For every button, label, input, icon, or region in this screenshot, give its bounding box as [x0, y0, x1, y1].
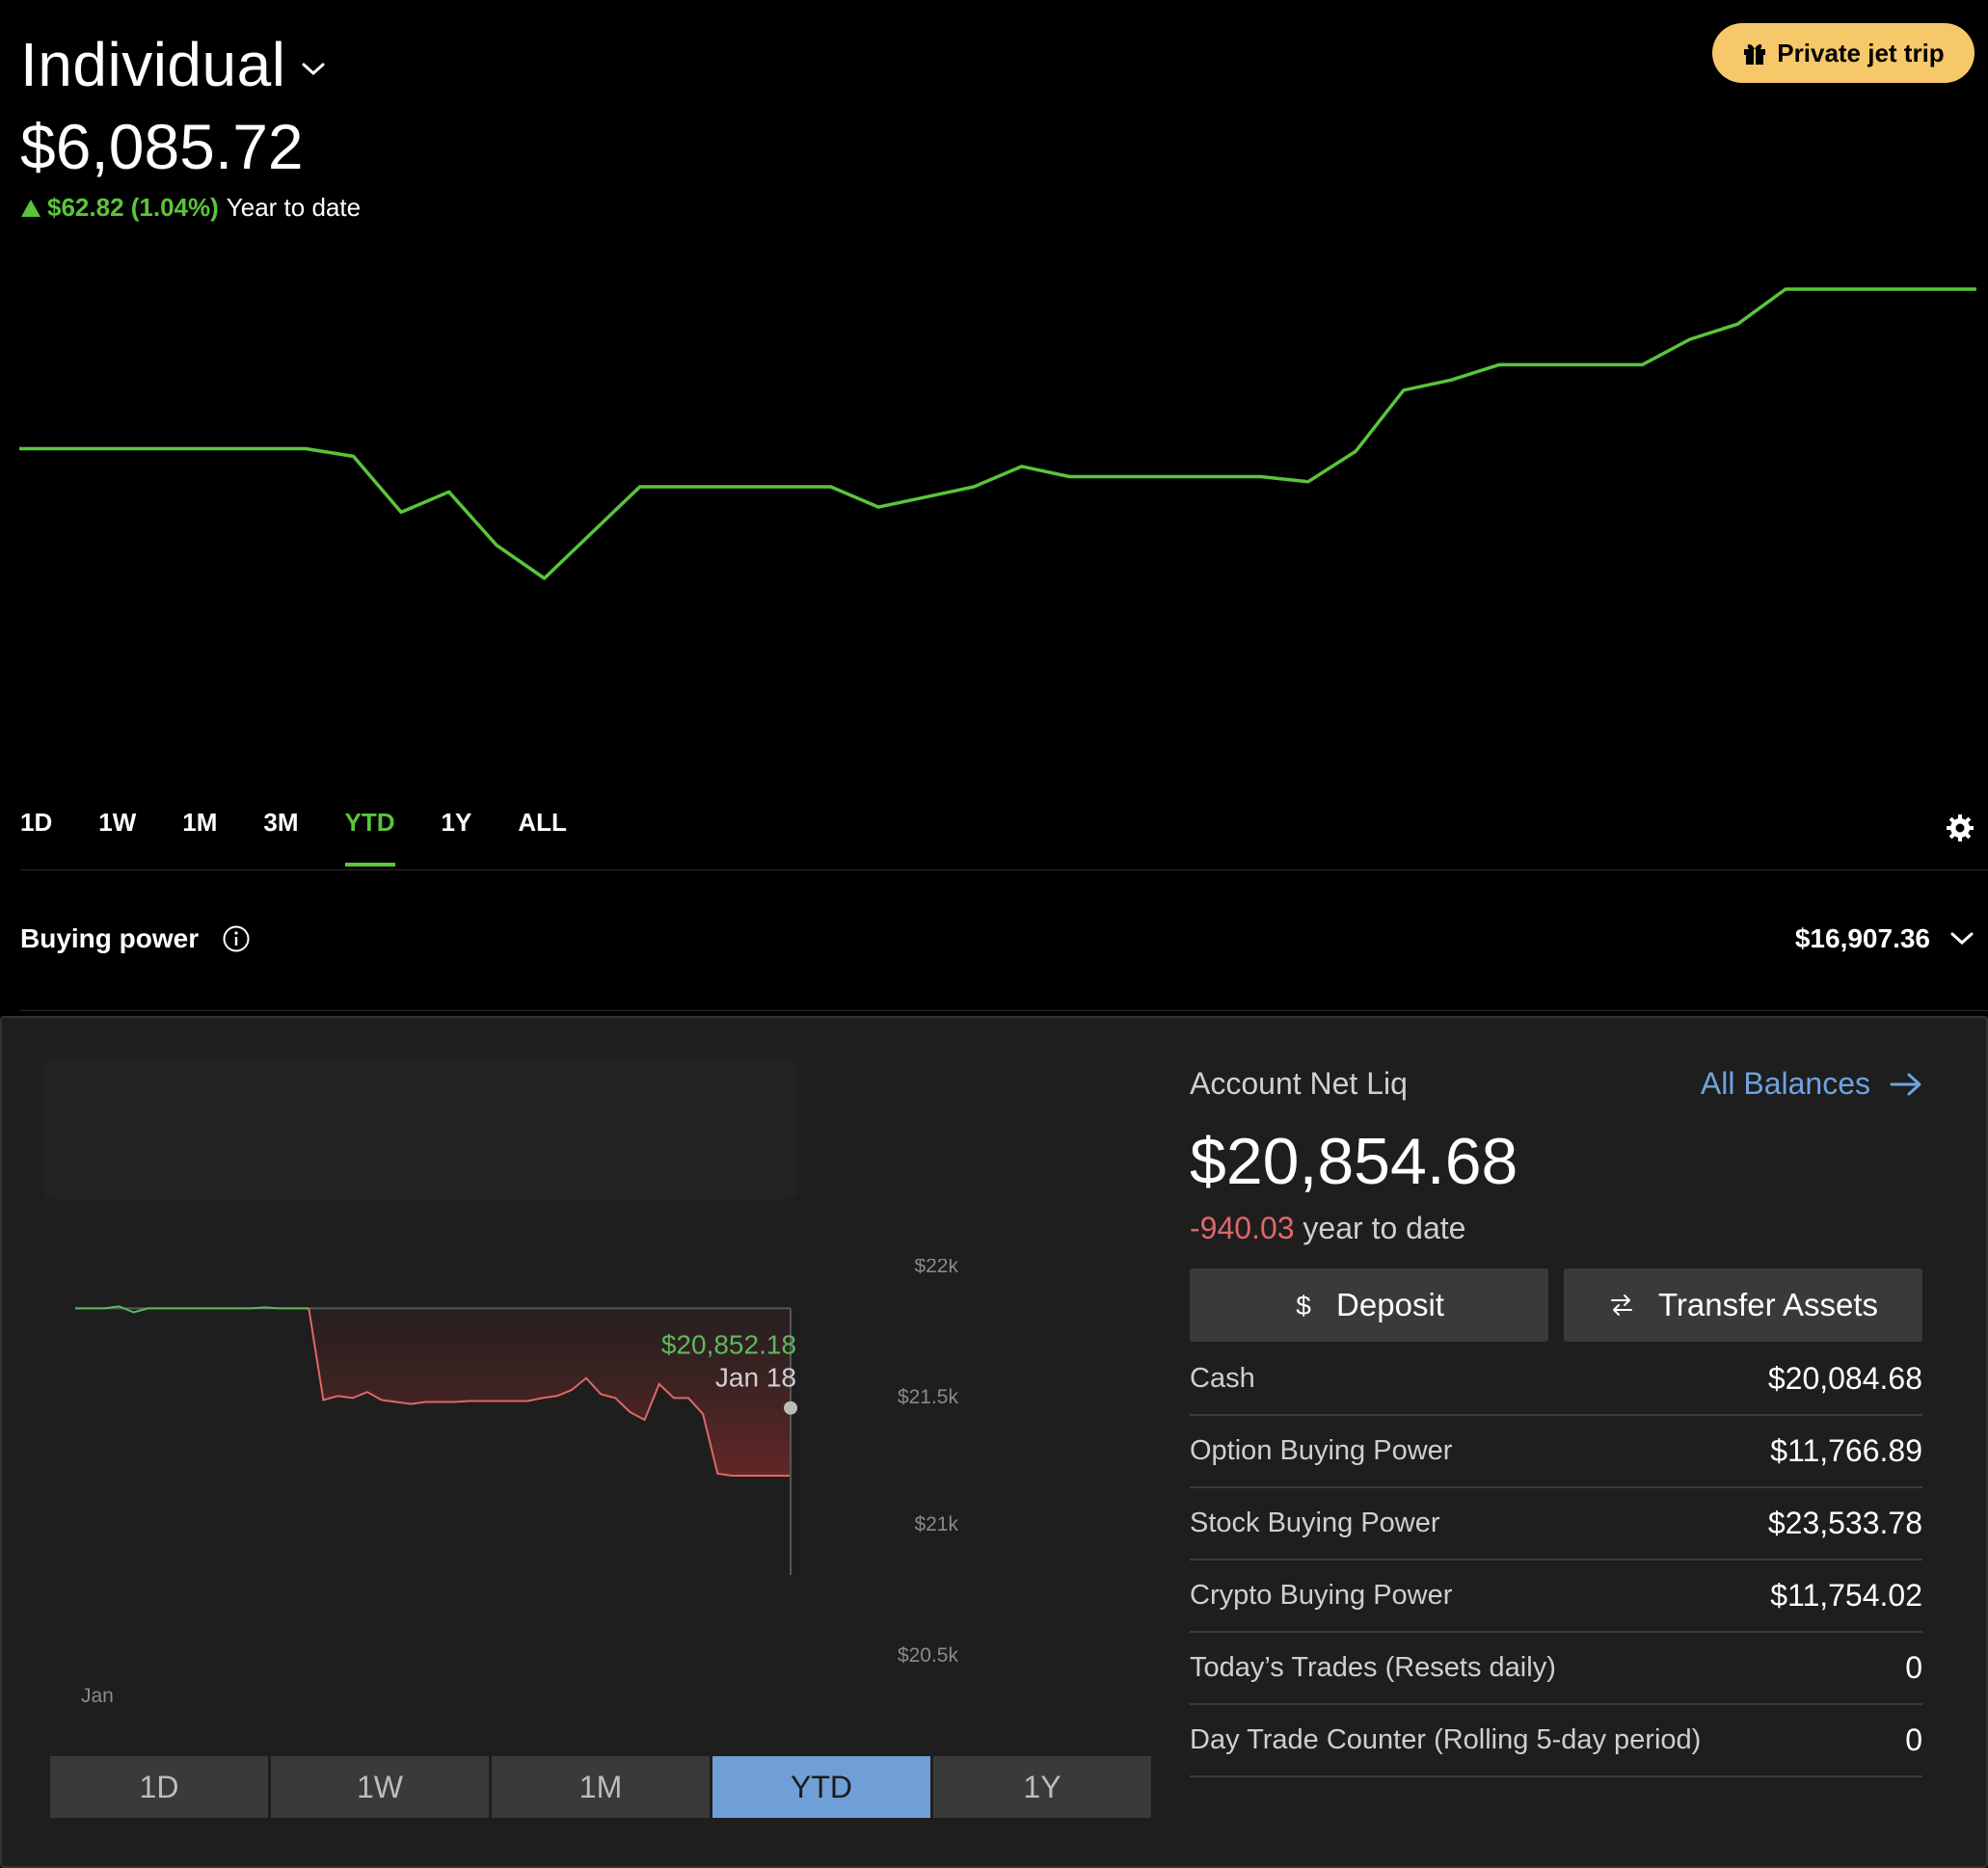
gift-icon	[1744, 44, 1766, 65]
transfer-arrows-icon	[1610, 1294, 1632, 1316]
balance-label: Option Buying Power	[1190, 1435, 1453, 1466]
balance-row-day-trade-counter: Day Trade Counter (Rolling 5-day period)…	[1190, 1705, 1922, 1777]
ytd-change-label: year to date	[1303, 1211, 1466, 1245]
gain-series-line	[75, 1305, 309, 1314]
net-liq-area-chart: $20,852.18 Jan 18 $22k $21.5k $21k $20.5…	[75, 1259, 959, 1707]
transfer-label: Transfer Assets	[1657, 1287, 1879, 1322]
top-panel: Individual $6,085.72 $62.82 (1.04%) Year…	[0, 0, 1988, 1012]
y-tick-label: $22k	[914, 1259, 958, 1277]
range-tab-1m[interactable]: 1M	[182, 808, 217, 867]
balance-value: 0	[1905, 1722, 1922, 1757]
range-tabs: 1D 1W 1M 3M YTD 1Y ALL	[20, 808, 613, 867]
balance-row-cash: Cash $20,084.68	[1190, 1344, 1922, 1416]
portfolio-line-chart	[19, 287, 1976, 580]
balance-value: 0	[1905, 1650, 1922, 1685]
deposit-button[interactable]: $ Deposit	[1190, 1268, 1548, 1342]
transfer-assets-button[interactable]: Transfer Assets	[1564, 1268, 1922, 1342]
buying-power-label: Buying power	[20, 923, 200, 953]
balance-row-todays-trades: Today’s Trades (Resets daily) 0	[1190, 1633, 1922, 1705]
segment-tab-1w[interactable]: 1W	[271, 1756, 489, 1818]
balance-label: Today’s Trades (Resets daily)	[1190, 1652, 1556, 1683]
triangle-up-icon	[21, 199, 40, 217]
account-name: Individual	[20, 30, 286, 99]
balance-label: Crypto Buying Power	[1190, 1580, 1453, 1611]
balance-row-stock-bp: Stock Buying Power $23,533.78	[1190, 1488, 1922, 1561]
balance-value: $11,754.02	[1770, 1578, 1922, 1613]
all-balances-label: All Balances	[1700, 1066, 1870, 1101]
change-amount-wrapper: $62.82 (1.04%)	[20, 193, 219, 223]
x-tick-label: Jan	[81, 1685, 114, 1707]
range-tab-1w[interactable]: 1W	[98, 808, 136, 867]
net-liq-value: $20,854.68	[1190, 1125, 1518, 1198]
bottom-panel: $20,852.18 Jan 18 $22k $21.5k $21k $20.5…	[0, 1016, 1988, 1868]
balances-table: Cash $20,084.68 Option Buying Power $11,…	[1190, 1344, 1922, 1777]
divider	[20, 1010, 1988, 1011]
chevron-down-icon	[302, 63, 325, 76]
deposit-label: Deposit	[1336, 1287, 1444, 1322]
gear-icon[interactable]	[1946, 814, 1975, 842]
y-tick-label: $21k	[914, 1513, 958, 1535]
arrow-right-icon	[1890, 1073, 1921, 1095]
ytd-change-value: -940.03	[1190, 1211, 1295, 1245]
net-liq-label: Account Net Liq	[1190, 1066, 1408, 1101]
info-icon[interactable]	[222, 924, 251, 953]
tooltip-value: $20,852.18	[661, 1330, 796, 1360]
balance-label: Cash	[1190, 1363, 1255, 1394]
segment-tab-1d[interactable]: 1D	[50, 1756, 268, 1818]
change-amount: $62.82 (1.04%)	[47, 193, 219, 222]
segment-tab-1y[interactable]: 1Y	[933, 1756, 1151, 1818]
portfolio-change: $62.82 (1.04%) Year to date	[20, 193, 361, 223]
all-balances-link[interactable]: All Balances	[1701, 1066, 1922, 1102]
net-liq-change: -940.03 year to date	[1190, 1211, 1465, 1246]
range-tab-1d[interactable]: 1D	[20, 808, 52, 867]
range-tab-all[interactable]: ALL	[518, 808, 567, 867]
buying-power-label-row: Buying power	[20, 923, 251, 954]
balance-value: $11,766.89	[1770, 1433, 1922, 1468]
balance-value: $23,533.78	[1767, 1506, 1922, 1540]
balance-label: Day Trade Counter (Rolling 5-day period)	[1190, 1724, 1702, 1755]
chevron-down-icon	[1950, 932, 1974, 946]
account-selector[interactable]: Individual	[20, 29, 326, 100]
cursor-dot[interactable]	[784, 1401, 797, 1415]
y-tick-label: $21.5k	[898, 1386, 959, 1408]
balance-label: Stock Buying Power	[1190, 1508, 1440, 1538]
buying-power-value: $16,907.36	[1794, 923, 1930, 953]
svg-text:$: $	[1296, 1291, 1311, 1321]
promo-label: Private jet trip	[1777, 38, 1945, 67]
placeholder-box	[44, 1060, 796, 1199]
segment-tab-ytd[interactable]: YTD	[712, 1756, 930, 1818]
segment-tab-1m[interactable]: 1M	[492, 1756, 710, 1818]
private-jet-trip-button[interactable]: Private jet trip	[1712, 23, 1975, 83]
divider	[20, 869, 1988, 870]
portfolio-series-line	[19, 287, 1976, 580]
tooltip-date: Jan 18	[715, 1363, 796, 1393]
change-period: Year to date	[226, 193, 362, 222]
balance-row-option-bp: Option Buying Power $11,766.89	[1190, 1416, 1922, 1488]
dollar-icon: $	[1296, 1291, 1311, 1321]
balance-row-crypto-bp: Crypto Buying Power $11,754.02	[1190, 1561, 1922, 1633]
range-tab-ytd[interactable]: YTD	[344, 808, 395, 867]
balance-value: $20,084.68	[1767, 1361, 1922, 1396]
range-tab-1y[interactable]: 1Y	[442, 808, 472, 867]
portfolio-value: $6,085.72	[20, 111, 304, 182]
buying-power-value-toggle[interactable]: $16,907.36	[1795, 923, 1975, 954]
segment-tabs: 1D 1W 1M YTD 1Y	[50, 1756, 1154, 1818]
range-tab-3m[interactable]: 3M	[263, 808, 298, 867]
y-tick-label: $20.5k	[898, 1644, 959, 1667]
